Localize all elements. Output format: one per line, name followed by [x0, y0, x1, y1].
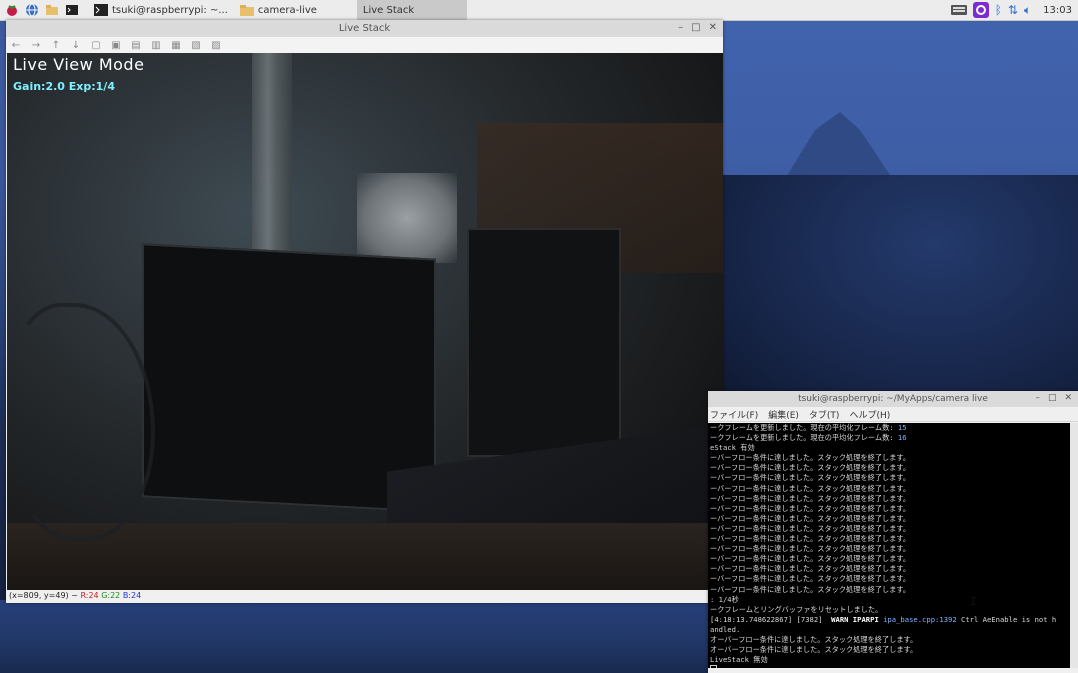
terminal-line: ーバーフロー条件に達しました。スタック処理を終了します。	[710, 483, 911, 493]
pixel-status-bar: (x=809, y=49) ~ R:24 G:22 B:24	[7, 590, 725, 602]
arrow-up-icon[interactable]: ↑	[50, 39, 62, 51]
taskbar-item-label: camera-live	[257, 4, 317, 16]
livestack-toolbar: ← → ↑ ↓ ▢ ▣ ▤ ▥ ▦ ▧ ▨	[6, 37, 723, 54]
terminal-line: ーバーフロー条件に達しました。スタック処理を終了します。	[710, 503, 911, 513]
terminal-line: eStack 有効	[710, 443, 755, 453]
update-icon[interactable]	[972, 2, 989, 18]
zoom-fit-icon[interactable]: ▢	[90, 39, 102, 51]
browser-icon[interactable]	[24, 2, 40, 18]
window-title: Live Stack	[338, 23, 391, 34]
properties-icon[interactable]: ▧	[190, 39, 202, 51]
overlay-mode-label: Live View Mode	[13, 55, 145, 74]
minimize-icon[interactable]: –	[1035, 393, 1040, 403]
preview-floor	[7, 523, 723, 590]
terminal-line: ーバーフロー条件に達しました。スタック処理を終了します。	[710, 523, 911, 533]
settings-icon[interactable]: ▨	[210, 39, 222, 51]
close-icon[interactable]: ✕	[709, 22, 717, 33]
menu-tabs[interactable]: タブ(T)	[809, 408, 840, 421]
copy-icon[interactable]: ▦	[170, 39, 182, 51]
mouse-ibeam-cursor: I	[970, 595, 977, 608]
pixel-green-value: G:22	[101, 591, 121, 600]
terminal-line: ーバーフロー条件に達しました。スタック処理を終了します。	[710, 513, 911, 523]
terminal-window: tsuki@raspberrypi: ~/MyApps/camera live …	[708, 391, 1078, 673]
top-panel: tsuki@raspberrypi: ~... camera-live Live…	[0, 0, 1078, 21]
terminal-line: ーバーフロー条件に達しました。スタック処理を終了します。	[710, 584, 911, 594]
zoom-in-icon[interactable]: ▣	[110, 39, 122, 51]
zoom-out-icon[interactable]: ▤	[130, 39, 142, 51]
terminal-line: ーバーフロー条件に達しました。スタック処理を終了します。	[710, 473, 911, 483]
livestack-titlebar[interactable]: Live Stack – □ ✕	[6, 20, 723, 37]
terminal-line: ーバーフロー条件に達しました。スタック処理を終了します。	[710, 453, 911, 463]
window-title: tsuki@raspberrypi: ~/MyApps/camera live	[798, 394, 988, 404]
terminal-line: : 1/4秒	[710, 594, 739, 604]
taskbar-item-livestack[interactable]: Live Stack	[356, 0, 467, 20]
terminal-launcher-icon[interactable]	[64, 2, 80, 18]
cursor-position: (x=809, y=49) ~	[9, 591, 81, 600]
livestack-window: Live Stack – □ ✕ ← → ↑ ↓ ▢ ▣ ▤ ▥ ▦ ▧ ▨ L…	[6, 20, 725, 603]
pixel-blue-value: B:24	[122, 591, 142, 600]
terminal-line: andled.	[710, 624, 741, 634]
save-icon[interactable]: ▥	[150, 39, 162, 51]
preview-monitor-right	[467, 228, 621, 457]
taskbar-item-label: tsuki@raspberrypi: ~...	[112, 4, 228, 16]
menu-help[interactable]: ヘルプ(H)	[849, 408, 890, 421]
overlay-gain-exposure: Gain:2.0 Exp:1/4	[13, 80, 115, 93]
minimize-icon[interactable]: –	[678, 22, 683, 33]
raspberry-menu-icon[interactable]	[4, 2, 20, 18]
keyboard-icon[interactable]	[950, 4, 967, 16]
terminal-warning-line: [4:18:13.748622867] [7382] WARN IPARPI i…	[710, 614, 1057, 624]
maximize-icon[interactable]: □	[1048, 393, 1057, 403]
taskbar-item-label: Live Stack	[362, 4, 415, 16]
preview-monitor-arm	[357, 173, 457, 263]
arrow-left-icon[interactable]: ←	[10, 39, 22, 51]
menu-edit[interactable]: 編集(E)	[768, 408, 799, 421]
terminal-output[interactable]: ークフレームを更新しました。現在の平均化フレーム数: 15 ークフレームを更新しま…	[708, 423, 1072, 668]
terminal-line: オーバーフロー条件に達しました。スタック処理を終了します。	[710, 645, 918, 655]
text-cursor	[710, 665, 717, 668]
terminal-icon	[94, 4, 108, 16]
bluetooth-icon[interactable]: ᛒ	[995, 3, 1002, 17]
menu-file[interactable]: ファイル(F)	[710, 408, 758, 421]
preview-cable	[7, 303, 155, 541]
terminal-line: ーバーフロー条件に達しました。スタック処理を終了します。	[710, 463, 911, 473]
terminal-line: LiveStack 無効	[710, 655, 768, 665]
close-icon[interactable]: ✕	[1064, 393, 1072, 403]
camera-preview[interactable]: Live View Mode Gain:2.0 Exp:1/4	[7, 53, 723, 590]
terminal-line: ーバーフロー条件に達しました。スタック処理を終了します。	[710, 534, 911, 544]
arrow-down-icon[interactable]: ↓	[70, 39, 82, 51]
terminal-line: ーバーフロー条件に達しました。スタック処理を終了します。	[710, 544, 911, 554]
clock[interactable]: 13:03	[1043, 5, 1072, 16]
arrow-right-icon[interactable]: →	[30, 39, 42, 51]
terminal-prompt[interactable]	[710, 665, 1072, 668]
terminal-line: ークフレームとリングバッファをリセットしました。	[710, 604, 883, 614]
taskbar-item-folder[interactable]: camera-live	[234, 0, 323, 20]
folder-icon	[239, 5, 254, 16]
terminal-line: ーバーフロー条件に達しました。スタック処理を終了します。	[710, 564, 911, 574]
terminal-menubar: ファイル(F) 編集(E) タブ(T) ヘルプ(H)	[708, 407, 1078, 422]
terminal-line: ーバーフロー条件に達しました。スタック処理を終了します。	[710, 493, 911, 503]
terminal-line: ーバーフロー条件に達しました。スタック処理を終了します。	[710, 574, 911, 584]
file-manager-icon[interactable]	[44, 2, 60, 18]
terminal-line: オーバーフロー条件に達しました。スタック処理を終了します。	[710, 634, 918, 644]
taskbar-item-terminal[interactable]: tsuki@raspberrypi: ~...	[88, 0, 234, 20]
terminal-line: ークフレームを更新しました。現在の平均化フレーム数: 16	[710, 433, 907, 443]
volume-icon[interactable]: 🔈︎	[1024, 3, 1031, 18]
pixel-red-value: R:24	[80, 591, 99, 600]
terminal-line: ーバーフロー条件に達しました。スタック処理を終了します。	[710, 554, 911, 564]
terminal-line: ークフレームを更新しました。現在の平均化フレーム数: 15	[710, 423, 907, 432]
terminal-titlebar[interactable]: tsuki@raspberrypi: ~/MyApps/camera live …	[708, 391, 1078, 407]
wallpaper-forest	[720, 175, 1078, 405]
system-tray: ᛒ ⇅ 🔈︎ 13:03	[950, 0, 1078, 20]
maximize-icon[interactable]: □	[691, 22, 700, 33]
network-icon[interactable]: ⇅	[1008, 3, 1018, 17]
terminal-scrollbar[interactable]	[1070, 423, 1078, 668]
